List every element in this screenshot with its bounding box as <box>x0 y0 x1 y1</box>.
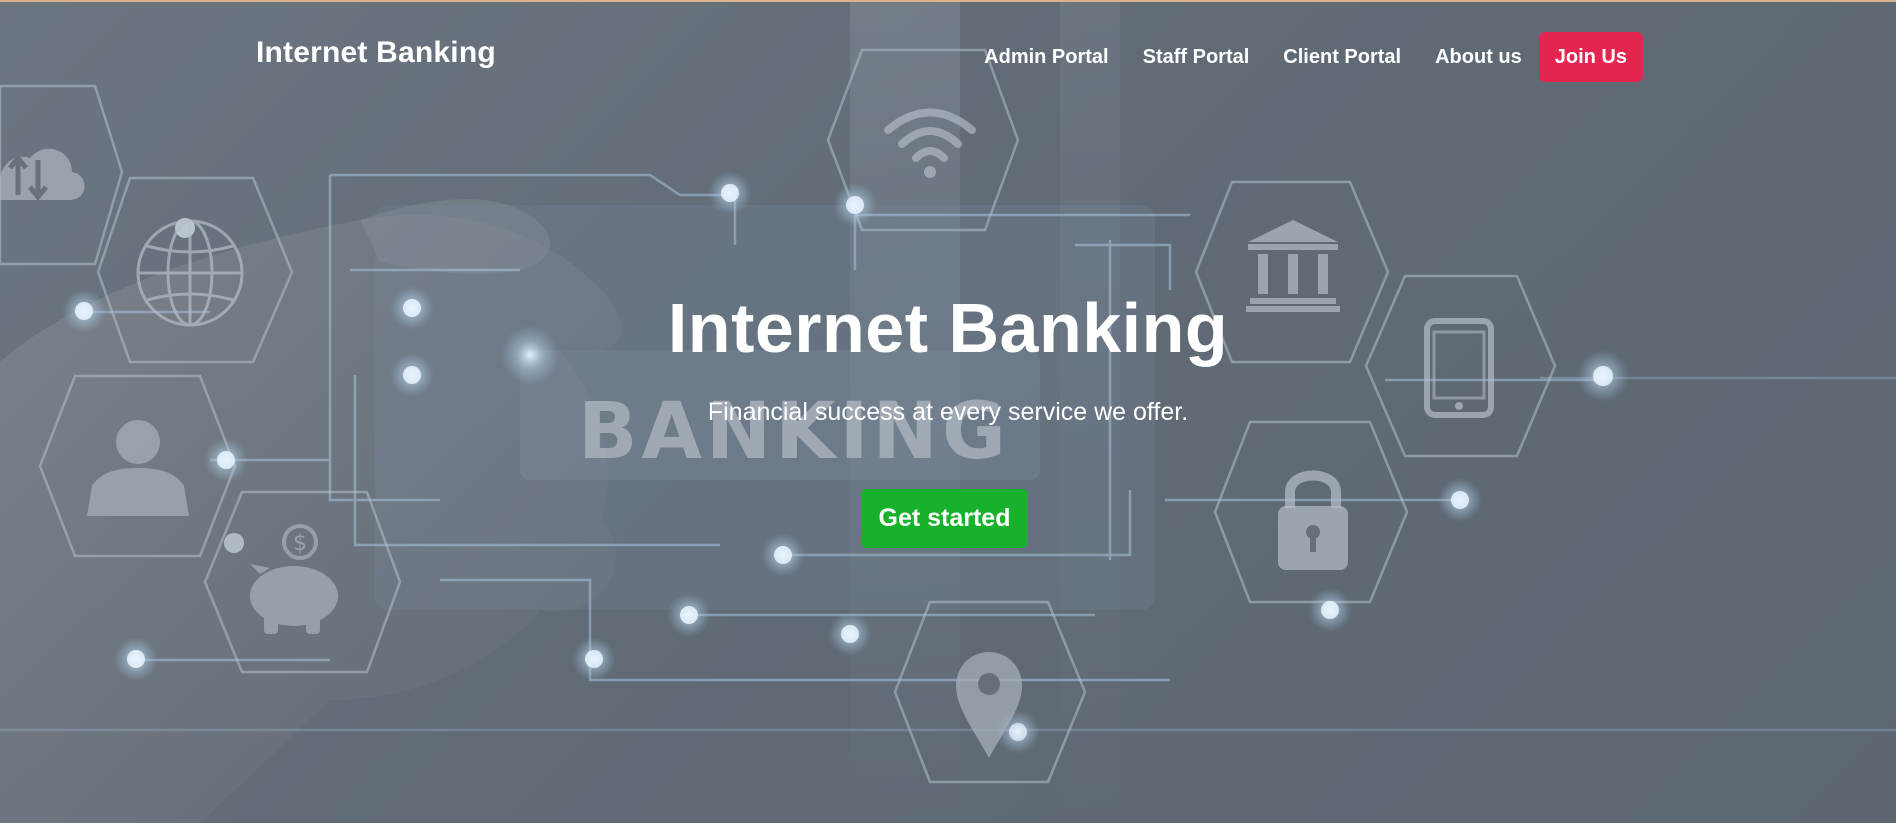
nav-link-staff-portal[interactable]: Staff Portal <box>1143 33 1250 81</box>
hero-section: Internet Banking Financial success at ev… <box>0 0 1896 823</box>
nav-links: Admin Portal Staff Portal Client Portal … <box>950 32 1643 82</box>
nav-link-admin-portal[interactable]: Admin Portal <box>984 33 1108 81</box>
hero-subtitle: Financial success at every service we of… <box>707 398 1189 426</box>
page: BANKING $ Internet Banking Admin Portal … <box>0 0 1896 823</box>
get-started-button[interactable]: Get started <box>861 489 1028 548</box>
nav-link-about-us[interactable]: About us <box>1435 33 1522 81</box>
hero-title: Internet Banking <box>667 289 1229 367</box>
navbar: Internet Banking Admin Portal Staff Port… <box>0 0 1896 112</box>
nav-link-client-portal[interactable]: Client Portal <box>1283 33 1401 81</box>
top-accent-line <box>0 0 1896 2</box>
join-us-button[interactable]: Join Us <box>1538 32 1643 82</box>
brand-logo-link[interactable]: Internet Banking <box>256 36 496 70</box>
